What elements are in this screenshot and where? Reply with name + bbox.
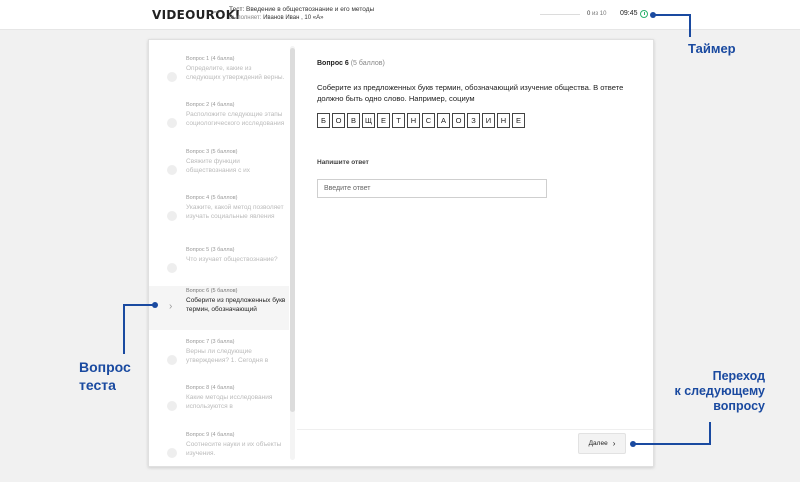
timer-annotation-dot <box>650 12 656 18</box>
sidebar-item-question-5[interactable]: Вопрос 5 (3 балла) Что изучает обществоз… <box>149 245 289 289</box>
test-title: Тест: Введение в обществознание и его ме… <box>229 6 375 13</box>
question-annotation-line2: теста <box>79 377 116 393</box>
sidebar-item-question-4[interactable]: Вопрос 4 (5 баллов) Укажите, какой метод… <box>149 193 289 237</box>
performer-label: Выполняет: <box>229 15 262 21</box>
next-button[interactable]: Далее › <box>578 433 626 454</box>
timer-annotation: Таймер <box>688 41 736 56</box>
chevron-right-icon: › <box>612 439 616 448</box>
next-annotation-line-vertical <box>709 422 711 445</box>
question-points: (5 баллов) <box>350 60 385 67</box>
sidebar-item-question-1[interactable]: Вопрос 1 (4 балла) Определите, какие из … <box>149 54 289 98</box>
letter-tile: Е <box>512 113 525 128</box>
question-text: Соберите из предложенных букв термин, об… <box>317 83 624 103</box>
question-annotation-line-vertical <box>123 304 125 354</box>
next-annotation-line1: Переход <box>712 369 765 383</box>
next-annotation-line3: вопросу <box>713 399 765 413</box>
next-annotation-dot <box>630 441 636 447</box>
question-preview: Верны ли следующие утверждения? 1. Сегод… <box>186 348 269 364</box>
letter-tile: Т <box>392 113 405 128</box>
question-label: Вопрос 5 (3 балла) <box>186 247 235 253</box>
question-heading: Вопрос 6 (5 баллов) <box>317 60 385 67</box>
sidebar-scrollbar-thumb[interactable] <box>290 48 295 412</box>
question-label: Вопрос 7 (3 балла) <box>186 339 235 345</box>
question-preview: Соберите из предложенных букв термин, об… <box>186 297 286 313</box>
question-preview: Какие методы исследования используются в <box>186 394 273 410</box>
question-sidebar: Вопрос 1 (4 балла) Определите, какие из … <box>149 40 297 466</box>
question-preview: Расположите следующие этапы социологичес… <box>186 111 285 127</box>
timer-annotation-line-vertical <box>689 14 691 37</box>
next-annotation-line2: к следующему <box>674 384 766 398</box>
letter-tile: С <box>422 113 435 128</box>
question-label: Вопрос 4 (5 баллов) <box>186 195 238 201</box>
logo-suffix: net <box>214 9 220 14</box>
progress-of: из 10 <box>592 11 607 17</box>
letter-tile: Е <box>377 113 390 128</box>
question-preview: Что изучает обществознание? <box>186 256 278 263</box>
next-annotation: Переход к следующему вопросу <box>666 369 766 414</box>
letter-tile: О <box>452 113 465 128</box>
sidebar-item-question-2[interactable]: Вопрос 2 (4 балла) Расположите следующие… <box>149 100 289 144</box>
question-status-dot <box>167 211 177 221</box>
question-annotation-dot <box>152 302 158 308</box>
question-number: Вопрос 6 <box>317 60 349 67</box>
next-button-label: Далее <box>588 440 608 447</box>
question-status-dot <box>167 263 177 273</box>
sidebar-item-question-8[interactable]: Вопрос 8 (4 балла) Какие методы исследов… <box>149 383 289 427</box>
question-preview: Определите, какие из следующих утвержден… <box>186 65 285 81</box>
logo[interactable]: VIDEOUROKI <box>152 8 240 22</box>
performer-name: Иванов Иван , 10 «А» <box>263 15 324 21</box>
question-status-dot <box>167 401 177 411</box>
letter-tile: О <box>332 113 345 128</box>
sidebar-item-question-7[interactable]: Вопрос 7 (3 балла) Верны ли следующие ут… <box>149 337 289 381</box>
question-preview: Свяжите функции обществознания с их <box>186 158 251 174</box>
question-status-dot <box>167 448 177 458</box>
answer-input[interactable] <box>317 179 547 198</box>
sidebar-item-question-6[interactable]: › Вопрос 6 (5 баллов) Соберите из предло… <box>149 286 289 330</box>
sidebar-item-question-3[interactable]: Вопрос 3 (5 баллов) Свяжите функции обще… <box>149 147 289 191</box>
answer-label: Напишите ответ <box>317 159 369 166</box>
question-annotation: Вопрос теста <box>79 358 131 394</box>
clock-icon <box>640 10 648 18</box>
timer: 09:45 <box>620 10 638 17</box>
question-status-dot <box>167 165 177 175</box>
next-annotation-line <box>632 443 710 445</box>
letter-tile: Щ <box>362 113 375 128</box>
question-status-dot <box>167 118 177 128</box>
footer-divider <box>297 429 653 430</box>
question-label: Вопрос 2 (4 балла) <box>186 102 235 108</box>
sidebar-item-question-9[interactable]: Вопрос 9 (4 балла) Соотнесите науки и их… <box>149 430 289 466</box>
progress-counter: 0 из 10 <box>587 11 606 17</box>
question-preview: Соотнесите науки и их объекты изучения. <box>186 441 282 457</box>
performer-info: Выполняет: Иванов Иван , 10 «А» <box>229 15 323 21</box>
question-label: Вопрос 9 (4 балла) <box>186 432 235 438</box>
question-label: Вопрос 1 (4 балла) <box>186 56 235 62</box>
letter-tile: Н <box>497 113 510 128</box>
question-status-dot <box>167 72 177 82</box>
letter-tile: А <box>437 113 450 128</box>
test-card: Вопрос 1 (4 балла) Определите, какие из … <box>148 39 654 467</box>
question-preview: Укажите, какой метод позволяет изучать с… <box>186 204 284 220</box>
question-label: Вопрос 6 (5 баллов) <box>186 288 238 294</box>
question-panel: Вопрос 6 (5 баллов) Соберите из предложе… <box>317 40 653 466</box>
letter-tile: З <box>467 113 480 128</box>
question-annotation-line1: Вопрос <box>79 359 131 375</box>
letter-tile: Б <box>317 113 330 128</box>
chevron-right-icon: › <box>169 301 173 312</box>
question-label: Вопрос 8 (4 балла) <box>186 385 235 391</box>
question-status-dot <box>167 355 177 365</box>
progress-count: 0 <box>587 11 591 17</box>
progress-bar <box>540 14 580 15</box>
letter-tile: И <box>482 113 495 128</box>
question-annotation-line <box>124 304 154 306</box>
timer-annotation-line <box>652 14 690 16</box>
letter-tile: В <box>347 113 360 128</box>
question-label: Вопрос 3 (5 баллов) <box>186 149 238 155</box>
letter-tiles: Б О В Щ Е Т Н С А О З И Н Е <box>317 113 525 128</box>
letter-tile: Н <box>407 113 420 128</box>
